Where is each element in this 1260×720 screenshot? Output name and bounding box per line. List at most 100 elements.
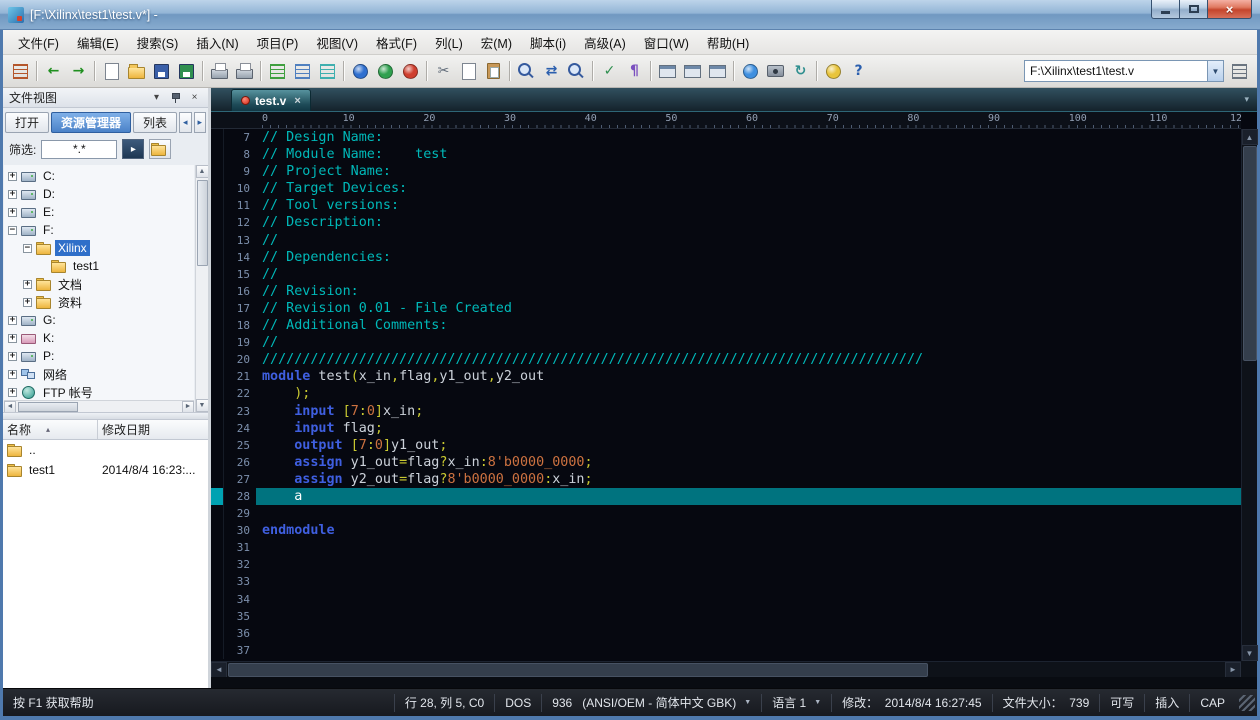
file-path-combo[interactable]: F:\Xilinx\test1\test.v ▼ — [1024, 60, 1224, 82]
menu-item[interactable]: 视图(V) — [307, 29, 367, 56]
tree-item[interactable]: +K: — [4, 329, 194, 347]
panel-close-icon[interactable]: × — [187, 91, 202, 105]
scroll-left-icon[interactable]: ◄ — [211, 662, 227, 678]
code-line-33[interactable]: 33 — [211, 573, 1241, 590]
menu-item[interactable]: 宏(M) — [472, 29, 521, 56]
code-line-32[interactable]: 32 — [211, 556, 1241, 573]
open-file-icon[interactable] — [125, 60, 148, 82]
dropdown-icon[interactable]: ▼ — [814, 699, 821, 706]
save-all-icon[interactable] — [175, 60, 198, 82]
code-line-30[interactable]: 30endmodule — [211, 522, 1241, 539]
menu-item[interactable]: 项目(P) — [248, 29, 308, 56]
scroll-down-icon[interactable]: ▼ — [1242, 645, 1258, 661]
status-insert-mode[interactable]: 插入 — [1144, 694, 1189, 712]
scroll-left-icon[interactable]: ◄ — [4, 401, 16, 413]
forward-icon[interactable]: → — [67, 60, 90, 82]
editor-vertical-scrollbar[interactable]: ▲ ▼ — [1241, 129, 1257, 661]
tree-vertical-scrollbar[interactable]: ▲ ▼ — [195, 165, 208, 412]
resize-grip[interactable] — [1239, 695, 1255, 711]
code-line-20[interactable]: 20//////////////////////////////////////… — [211, 351, 1241, 368]
dropdown-icon[interactable]: ▼ — [744, 699, 751, 706]
title-bar[interactable]: [F:\Xilinx\test1\test.v*] - × — [0, 0, 1260, 30]
tile-vertical-icon[interactable] — [681, 60, 704, 82]
hex-mode-icon[interactable] — [291, 60, 314, 82]
menu-item[interactable]: 帮助(H) — [698, 29, 758, 56]
code-line-25[interactable]: 25 output [7:0]y1_out; — [211, 437, 1241, 454]
scroll-right-icon[interactable]: ► — [1225, 662, 1241, 678]
expand-icon[interactable]: + — [8, 370, 17, 379]
ftp-disconnect-icon[interactable] — [399, 60, 422, 82]
code-line-27[interactable]: 27 assign y2_out=flag?8'b0000_0000:x_in; — [211, 471, 1241, 488]
tree-item[interactable]: −F: — [4, 221, 194, 239]
window-list-icon[interactable] — [1228, 60, 1251, 82]
tree-item[interactable]: +C: — [4, 167, 194, 185]
cut-icon[interactable]: ✂ — [432, 60, 455, 82]
close-button[interactable]: × — [1207, 0, 1252, 19]
paste-icon[interactable] — [482, 60, 505, 82]
copy-icon[interactable] — [457, 60, 480, 82]
tree-item[interactable]: +FTP 帐号 — [4, 383, 194, 400]
expand-icon[interactable]: + — [8, 316, 17, 325]
tab-list-icon[interactable]: ▾ — [1244, 94, 1249, 105]
code-line-26[interactable]: 26 assign y1_out=flag?x_in:8'b0000_0000; — [211, 454, 1241, 471]
tree-item[interactable]: +资料 — [4, 293, 194, 311]
code-line-21[interactable]: 21module test(x_in,flag,y1_out,y2_out — [211, 368, 1241, 385]
web-browser-icon[interactable] — [349, 60, 372, 82]
menu-item[interactable]: 编辑(E) — [68, 29, 128, 56]
filter-folder-button[interactable] — [149, 139, 171, 159]
code-line-19[interactable]: 19// — [211, 334, 1241, 351]
open-workspace-icon[interactable] — [9, 60, 32, 82]
maximize-button[interactable] — [1179, 0, 1208, 19]
filter-input[interactable] — [41, 140, 117, 159]
expand-icon[interactable]: + — [23, 298, 32, 307]
help-icon[interactable]: ? — [847, 60, 870, 82]
code-line-31[interactable]: 31 — [211, 539, 1241, 556]
collapse-icon[interactable]: − — [23, 244, 32, 253]
new-file-icon[interactable] — [100, 60, 123, 82]
expand-icon[interactable]: + — [23, 280, 32, 289]
code-line-18[interactable]: 18// Additional Comments: — [211, 317, 1241, 334]
code-line-8[interactable]: 8// Module Name: test — [211, 146, 1241, 163]
tree-item[interactable]: −Xilinx — [4, 239, 194, 257]
file-list-row[interactable]: .. — [3, 440, 208, 460]
code-line-24[interactable]: 24 input flag; — [211, 420, 1241, 437]
scroll-thumb[interactable] — [1243, 146, 1257, 361]
cascade-windows-icon[interactable] — [706, 60, 729, 82]
tips-icon[interactable] — [822, 60, 845, 82]
screen-capture-icon[interactable] — [764, 60, 787, 82]
combo-dropdown-icon[interactable]: ▼ — [1207, 61, 1223, 81]
menu-item[interactable]: 高级(A) — [575, 29, 635, 56]
expand-icon[interactable]: + — [8, 388, 17, 397]
code-line-28[interactable]: 28 a — [211, 488, 1241, 505]
word-wrap-icon[interactable] — [316, 60, 339, 82]
paragraph-icon[interactable]: ¶ — [623, 60, 646, 82]
scroll-thumb[interactable] — [228, 663, 928, 677]
refresh-icon[interactable]: ↻ — [789, 60, 812, 82]
code-line-15[interactable]: 15// — [211, 266, 1241, 283]
status-line-ending[interactable]: DOS — [494, 694, 541, 712]
expand-icon[interactable]: + — [8, 334, 17, 343]
filter-apply-button[interactable]: ▸ — [122, 139, 144, 159]
minimize-button[interactable] — [1151, 0, 1180, 19]
column-mode-icon[interactable] — [266, 60, 289, 82]
tab-scroll-left-icon[interactable]: ◂ — [179, 112, 191, 133]
code-line-22[interactable]: 22 ); — [211, 385, 1241, 402]
panel-pin-icon[interactable] — [168, 91, 183, 105]
menu-item[interactable]: 列(L) — [426, 29, 472, 56]
code-line-37[interactable]: 37 — [211, 642, 1241, 659]
panel-splitter[interactable] — [3, 412, 208, 420]
panel-menu-icon[interactable]: ▾ — [149, 91, 164, 105]
scroll-thumb[interactable] — [18, 402, 78, 412]
collapse-icon[interactable]: − — [8, 226, 17, 235]
replace-icon[interactable]: ⇄ — [540, 60, 563, 82]
scroll-up-icon[interactable]: ▲ — [196, 165, 209, 178]
sidebar-tab[interactable]: 列表 — [133, 112, 177, 133]
tree-item[interactable]: +G: — [4, 311, 194, 329]
tree-item[interactable]: +P: — [4, 347, 194, 365]
save-icon[interactable] — [150, 60, 173, 82]
column-header-date[interactable]: 修改日期 — [98, 420, 208, 439]
status-language[interactable]: 语言 1▼ — [761, 694, 831, 712]
tile-horizontal-icon[interactable] — [656, 60, 679, 82]
status-encoding[interactable]: 936 (ANSI/OEM - 简体中文 GBK)▼ — [541, 694, 761, 712]
code-line-36[interactable]: 36 — [211, 625, 1241, 642]
